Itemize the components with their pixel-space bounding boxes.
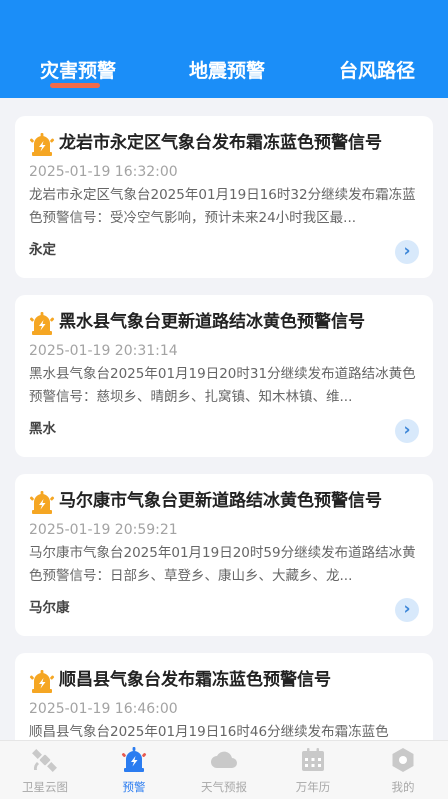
calendar-icon bbox=[302, 748, 324, 771]
active-tab-indicator bbox=[50, 83, 100, 88]
nav-label: 预警 bbox=[122, 780, 146, 794]
nav-calendar[interactable]: 万年历 bbox=[268, 741, 358, 799]
warning-summary: 黑水县气象台2025年01月19日20时31分继续发布道路结冰黄色预警信号：慈坝… bbox=[29, 366, 416, 405]
nav-label: 万年历 bbox=[295, 780, 331, 794]
warning-time: 2025-01-19 20:31:14 bbox=[29, 343, 178, 359]
profile-icon bbox=[392, 748, 414, 772]
warning-alarm-icon bbox=[29, 133, 55, 156]
warning-list[interactable]: 龙岩市永定区气象台发布霜冻蓝色预警信号 2025-01-19 16:32:00 … bbox=[0, 98, 448, 740]
tab-typhoon-path[interactable]: 台风路径 bbox=[339, 58, 415, 84]
alarm-light-icon bbox=[121, 747, 147, 772]
nav-label: 天气预报 bbox=[201, 780, 247, 794]
warning-region: 永定 bbox=[29, 242, 56, 258]
warning-title: 龙岩市永定区气象台发布霜冻蓝色预警信号 bbox=[59, 133, 382, 153]
warning-time: 2025-01-19 20:59:21 bbox=[29, 522, 178, 538]
nav-warning[interactable]: 预警 bbox=[89, 741, 179, 799]
warning-time: 2025-01-19 16:32:00 bbox=[29, 164, 178, 180]
cloud-icon bbox=[211, 751, 237, 768]
warning-alarm-icon bbox=[29, 312, 55, 335]
warning-time: 2025-01-19 16:46:00 bbox=[29, 701, 178, 717]
nav-weather-forecast[interactable]: 天气预报 bbox=[179, 741, 269, 799]
warning-title: 顺昌县气象台发布霜冻蓝色预警信号 bbox=[59, 670, 331, 690]
warning-card[interactable]: 顺昌县气象台发布霜冻蓝色预警信号 2025-01-19 16:46:00 顺昌县… bbox=[15, 653, 433, 740]
warning-summary: 龙岩市永定区气象台2025年01月19日16时32分继续发布霜冻蓝色预警信号：受… bbox=[29, 187, 416, 226]
warning-card[interactable]: 黑水县气象台更新道路结冰黄色预警信号 2025-01-19 20:31:14 黑… bbox=[15, 295, 433, 457]
chevron-right-icon[interactable]: › bbox=[395, 240, 419, 264]
chevron-right-icon[interactable]: › bbox=[395, 598, 419, 622]
warning-region: 马尔康 bbox=[29, 600, 70, 616]
tab-disaster-warning[interactable]: 灾害预警 bbox=[40, 58, 116, 84]
tab-earthquake-warning[interactable]: 地震预警 bbox=[189, 58, 265, 84]
satellite-icon bbox=[32, 749, 57, 772]
warning-region: 黑水 bbox=[29, 421, 56, 437]
warning-card[interactable]: 龙岩市永定区气象台发布霜冻蓝色预警信号 2025-01-19 16:32:00 … bbox=[15, 116, 433, 278]
nav-label: 我的 bbox=[391, 780, 415, 794]
nav-satellite-cloud[interactable]: 卫星云图 bbox=[0, 741, 90, 799]
top-tab-bar: 灾害预警 地震预警 台风路径 bbox=[0, 0, 448, 98]
nav-label: 卫星云图 bbox=[22, 780, 68, 794]
warning-summary: 马尔康市气象台2025年01月19日20时59分继续发布道路结冰黄色预警信号：日… bbox=[29, 545, 416, 584]
warning-card[interactable]: 马尔康市气象台更新道路结冰黄色预警信号 2025-01-19 20:59:21 … bbox=[15, 474, 433, 636]
nav-mine[interactable]: 我的 bbox=[358, 741, 448, 799]
bottom-navigation: 卫星云图 预警 天气预报 万年历 我的 bbox=[0, 740, 448, 799]
warning-alarm-icon bbox=[29, 491, 55, 514]
warning-summary: 顺昌县气象台2025年01月19日16时46分继续发布霜冻蓝色 bbox=[29, 724, 389, 740]
chevron-right-icon[interactable]: › bbox=[395, 419, 419, 443]
warning-title: 马尔康市气象台更新道路结冰黄色预警信号 bbox=[59, 491, 382, 511]
warning-title: 黑水县气象台更新道路结冰黄色预警信号 bbox=[59, 312, 365, 332]
warning-alarm-icon bbox=[29, 670, 55, 693]
